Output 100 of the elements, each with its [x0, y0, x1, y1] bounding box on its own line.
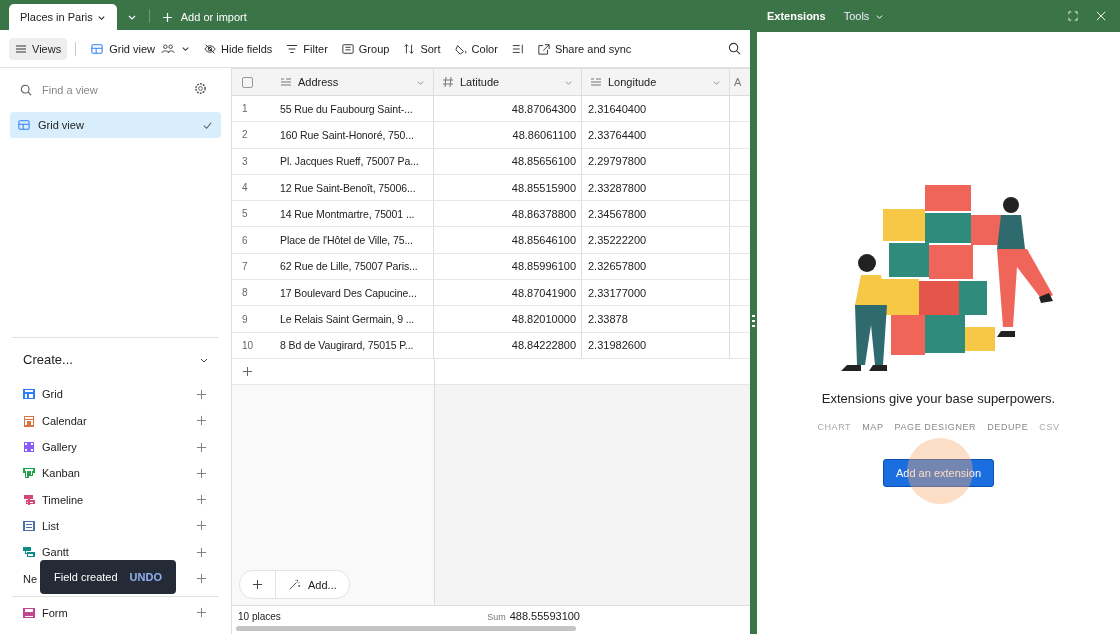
- table-cell: 2.33764400: [582, 122, 730, 148]
- table-cell: 2.33177000: [582, 280, 730, 306]
- add-icon[interactable]: [196, 573, 207, 585]
- sort-icon: [403, 42, 416, 55]
- table-cell: 14 Rue Montmartre, 75001 ...: [280, 201, 434, 227]
- add-icon[interactable]: [196, 607, 207, 619]
- select-all-checkbox[interactable]: [242, 76, 253, 88]
- add-icon[interactable]: [196, 546, 207, 558]
- extension-name: CHART: [817, 422, 852, 432]
- table-cell: 2.33287800: [582, 174, 730, 201]
- table-cell: 48.87041900: [434, 280, 582, 306]
- create-view-item[interactable]: Form: [23, 606, 68, 619]
- table-cell: Pl. Jacques Rueff, 75007 Pa...: [280, 148, 434, 174]
- table-cell: 2.29797800: [582, 148, 730, 174]
- table-cell: 55 Rue du Faubourg Saint-...: [280, 96, 434, 122]
- share-icon: [537, 42, 550, 55]
- plus-icon: [252, 579, 263, 590]
- text-lines-icon: [280, 76, 292, 88]
- panel-title: Extensions: [767, 10, 826, 22]
- view-item[interactable]: Grid view: [10, 112, 221, 138]
- hash-icon: [442, 76, 454, 88]
- table-cell: 2.31982600: [582, 332, 730, 358]
- sum-label: Sum: [487, 612, 506, 622]
- create-view-item[interactable]: Gantt: [23, 546, 69, 559]
- color-icon: [454, 42, 467, 55]
- create-view-item[interactable]: Ne: [23, 572, 38, 585]
- row-number: 9: [241, 312, 249, 327]
- add-or-import-button[interactable]: Add or import: [149, 4, 259, 30]
- menu-icon: [15, 42, 27, 55]
- table-cell: 62 Rue de Lille, 75007 Paris...: [280, 253, 434, 280]
- toolbar-button[interactable]: Hide fields: [197, 37, 280, 60]
- column-header[interactable]: Longitude: [582, 69, 730, 95]
- create-view-item[interactable]: Gallery: [23, 441, 77, 454]
- chevron-icon: [181, 44, 190, 53]
- table-cell: 48.87064300: [434, 96, 582, 122]
- create-view-item[interactable]: Grid: [23, 388, 63, 401]
- row-number: 2: [241, 128, 249, 143]
- add-icon[interactable]: [196, 494, 207, 506]
- table-cell: 48.85646100: [434, 227, 582, 253]
- sum-value: 488.55593100: [509, 610, 580, 622]
- table-cell: 12 Rue Saint-Benoît, 75006...: [280, 174, 434, 201]
- view-switcher[interactable]: Grid view: [84, 37, 197, 60]
- create-view-item[interactable]: Timeline: [23, 493, 84, 506]
- table-cell: 17 Boulevard Des Capucine...: [280, 280, 434, 306]
- row-number: 1: [241, 102, 249, 117]
- people-icon: [161, 43, 175, 54]
- resize-handle[interactable]: [752, 315, 755, 329]
- table-cell: 48.84222800: [434, 332, 582, 358]
- extension-name: MAP: [862, 422, 884, 432]
- find-view-field[interactable]: Find a view: [40, 83, 174, 97]
- table-cell: 2.31640400: [582, 96, 730, 122]
- table-cell: 2.34567800: [582, 201, 730, 227]
- undo-button[interactable]: UNDO: [129, 571, 162, 583]
- add-icon[interactable]: [196, 467, 207, 479]
- create-heading: Create...: [23, 352, 73, 368]
- add-row-icon[interactable]: [242, 366, 253, 378]
- tools-menu[interactable]: Tools: [843, 10, 885, 22]
- table-cell: 48.85515900: [434, 174, 582, 201]
- expand-icon[interactable]: [1068, 11, 1078, 21]
- plus-icon: [161, 11, 173, 23]
- search-icon: [20, 84, 32, 96]
- views-button[interactable]: Views: [9, 37, 68, 60]
- add-icon[interactable]: [196, 520, 207, 532]
- row-number: 5: [241, 207, 249, 222]
- table-cell: 48.82010000: [434, 306, 582, 332]
- create-view-item[interactable]: List: [23, 519, 60, 532]
- search-icon[interactable]: [728, 42, 741, 55]
- create-view-item[interactable]: Calendar: [23, 414, 87, 427]
- scrollbar-thumb[interactable]: [236, 626, 576, 631]
- table-cell: Place de l'Hôtel de Ville, 75...: [280, 227, 434, 253]
- table-cell: 48.85996100: [434, 253, 582, 280]
- toolbar-button[interactable]: Group: [334, 37, 397, 60]
- grid-icon: [91, 42, 104, 55]
- table-cell: 8 Bd de Vaugirard, 75015 P...: [280, 332, 434, 358]
- add-icon[interactable]: [196, 415, 207, 427]
- table-cell: 2.33878: [582, 306, 730, 332]
- magic-wand-icon: [288, 578, 300, 591]
- column-header[interactable]: Latitude: [434, 69, 582, 95]
- row-number: 4: [241, 181, 249, 196]
- create-view-item[interactable]: Kanban: [23, 467, 80, 480]
- add-icon[interactable]: [196, 388, 207, 400]
- base-tab[interactable]: Places in Paris: [9, 4, 117, 30]
- filter-icon: [286, 42, 299, 55]
- settings-icon[interactable]: [194, 82, 207, 95]
- text-lines-icon: [590, 76, 602, 88]
- toolbar-button[interactable]: Filter: [279, 37, 335, 60]
- record-count: 10 places: [237, 610, 282, 622]
- table-cell: 48.86061100: [434, 122, 582, 148]
- toolbar-button[interactable]: Share and sync: [530, 37, 639, 60]
- row-number: 10: [241, 338, 255, 353]
- toolbar-button[interactable]: Color: [447, 37, 505, 60]
- row-number: 8: [241, 286, 249, 301]
- table-cell: 2.32657800: [582, 253, 730, 280]
- column-header[interactable]: A: [730, 69, 750, 95]
- close-icon[interactable]: [1096, 11, 1106, 21]
- grid-icon: [18, 119, 30, 131]
- toolbar-button[interactable]: Sort: [396, 37, 448, 60]
- column-header[interactable]: Address: [280, 69, 434, 95]
- add-icon[interactable]: [196, 441, 207, 453]
- extension-name: CSV: [1039, 422, 1060, 432]
